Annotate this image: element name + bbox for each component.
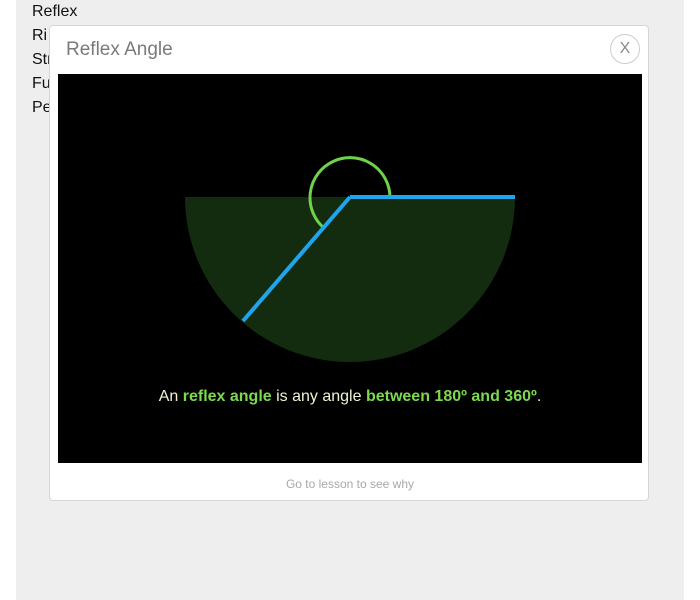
caption-text: is any angle [271, 388, 366, 405]
illustration-area: An reflex angle is any angle between 180… [58, 74, 642, 463]
close-button[interactable]: X [610, 34, 640, 64]
definition-caption: An reflex angle is any angle between 180… [58, 388, 642, 406]
highlight-angle-range: between 180º and 360º [365, 388, 537, 405]
modal-title: Reflex Angle [66, 39, 173, 60]
reflex-angle-modal: Reflex Angle X An reflex angle is any an… [49, 25, 649, 501]
highlight-reflex-angle: reflex angle [182, 388, 272, 405]
caption-text: An [158, 388, 183, 405]
reflex-sector [185, 197, 515, 362]
list-item[interactable]: Reflex [32, 0, 77, 24]
lesson-link[interactable]: Go to lesson to see why [50, 477, 650, 491]
caption-text: . [536, 388, 542, 405]
